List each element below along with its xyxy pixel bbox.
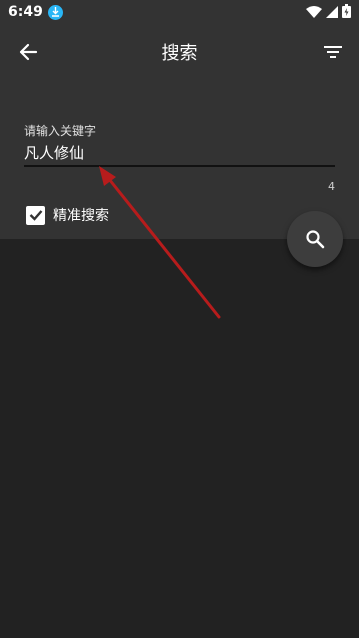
battery-icon — [342, 3, 351, 22]
status-time: 6:49 — [8, 4, 43, 20]
character-counter: 4 — [328, 180, 335, 193]
checkmark-icon — [29, 210, 42, 221]
search-icon — [306, 230, 325, 249]
page-title: 搜索 — [161, 43, 198, 64]
search-panel: 搜索 请输入关键字 4 精准搜索 — [0, 24, 359, 239]
keyword-input[interactable] — [24, 139, 335, 167]
search-screen: 6:49 搜索 请输入关键字 凡人修仙 4 精准搜索 — [0, 0, 359, 638]
filter-button[interactable] — [317, 36, 349, 68]
status-icons — [306, 3, 351, 22]
search-fab-button[interactable] — [287, 211, 343, 267]
wifi-icon — [306, 3, 322, 22]
search-field-label: 请输入关键字 — [24, 124, 97, 138]
status-bar: 6:49 — [0, 0, 359, 24]
toolbar: 搜索 — [0, 24, 359, 80]
exact-search-option[interactable]: 精准搜索 — [26, 205, 109, 225]
filter-icon — [324, 46, 342, 58]
exact-search-label: 精准搜索 — [53, 208, 109, 224]
exact-search-checkbox[interactable] — [26, 205, 45, 225]
signal-icon — [326, 3, 338, 22]
download-icon — [47, 4, 63, 20]
